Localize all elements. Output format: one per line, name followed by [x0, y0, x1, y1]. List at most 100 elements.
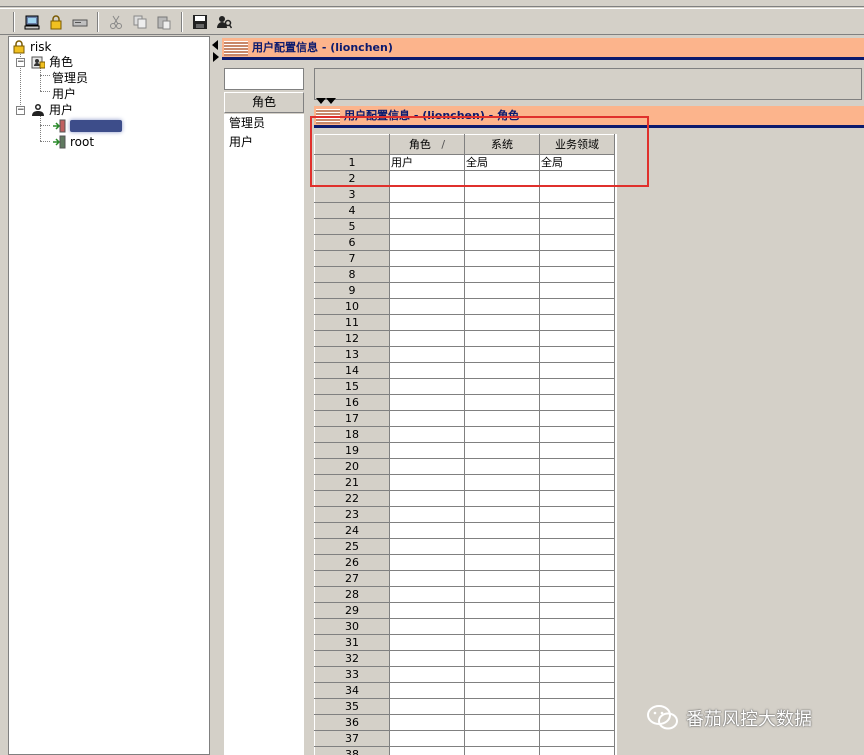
column-header-domain[interactable]: 业务领域 — [539, 134, 615, 155]
row-number[interactable]: 8 — [314, 266, 390, 283]
table-cell[interactable] — [539, 730, 615, 747]
table-row[interactable]: 25 — [314, 538, 615, 555]
table-cell[interactable] — [539, 298, 615, 315]
table-cell[interactable] — [389, 586, 465, 603]
table-cell[interactable] — [464, 170, 540, 187]
table-cell[interactable] — [539, 282, 615, 299]
table-cell[interactable] — [464, 234, 540, 251]
table-cell[interactable] — [464, 602, 540, 619]
table-cell[interactable] — [539, 346, 615, 363]
row-number[interactable]: 10 — [314, 298, 390, 315]
table-cell[interactable] — [464, 714, 540, 731]
row-number[interactable]: 4 — [314, 202, 390, 219]
table-cell[interactable] — [389, 538, 465, 555]
table-cell[interactable] — [539, 586, 615, 603]
table-row[interactable]: 4 — [314, 202, 615, 219]
table-cell[interactable] — [389, 410, 465, 427]
table-cell[interactable] — [539, 186, 615, 203]
table-cell[interactable] — [464, 218, 540, 235]
row-number[interactable]: 37 — [314, 730, 390, 747]
lock-icon[interactable] — [45, 11, 67, 33]
table-cell[interactable] — [389, 554, 465, 571]
grip-icon[interactable] — [224, 41, 248, 56]
table-cell[interactable] — [539, 538, 615, 555]
table-cell[interactable] — [464, 362, 540, 379]
table-cell[interactable] — [539, 410, 615, 427]
table-cell[interactable] — [464, 586, 540, 603]
table-cell[interactable] — [389, 730, 465, 747]
collapse-down-arrow-icon[interactable] — [326, 98, 336, 104]
table-cell[interactable] — [464, 490, 540, 507]
column-header-system[interactable]: 系统 — [464, 134, 540, 155]
table-cell[interactable] — [389, 426, 465, 443]
table-cell[interactable] — [464, 378, 540, 395]
table-cell[interactable] — [464, 618, 540, 635]
table-cell[interactable] — [539, 394, 615, 411]
table-cell[interactable] — [464, 474, 540, 491]
row-number[interactable]: 6 — [314, 234, 390, 251]
row-number[interactable]: 27 — [314, 570, 390, 587]
table-cell[interactable] — [539, 314, 615, 331]
table-cell[interactable] — [389, 602, 465, 619]
table-cell[interactable] — [539, 330, 615, 347]
table-cell[interactable] — [464, 746, 540, 755]
expand-right-arrow-icon[interactable] — [213, 52, 219, 62]
collapse-down-arrow-icon[interactable] — [316, 98, 326, 104]
table-cell[interactable] — [389, 362, 465, 379]
table-cell[interactable] — [464, 522, 540, 539]
row-number[interactable]: 38 — [314, 746, 390, 755]
table-row[interactable]: 8 — [314, 266, 615, 283]
column-header-role[interactable]: 角色 / — [389, 134, 465, 155]
navigation-tree[interactable]: risk − 角色 管理员 用户 − 用户 root — [8, 36, 210, 755]
table-cell[interactable] — [464, 506, 540, 523]
row-number[interactable]: 22 — [314, 490, 390, 507]
table-row[interactable]: 11 — [314, 314, 615, 331]
table-row[interactable]: 38 — [314, 746, 615, 755]
row-number[interactable]: 18 — [314, 426, 390, 443]
table-cell[interactable] — [539, 266, 615, 283]
grip-icon[interactable] — [316, 109, 340, 124]
tree-node-role-user[interactable]: 用户 — [52, 86, 76, 102]
row-number[interactable]: 13 — [314, 346, 390, 363]
table-cell[interactable] — [389, 634, 465, 651]
role-list-item[interactable]: 用户 — [224, 133, 304, 152]
table-cell[interactable] — [539, 746, 615, 755]
row-number[interactable]: 17 — [314, 410, 390, 427]
row-number[interactable]: 24 — [314, 522, 390, 539]
table-cell[interactable] — [539, 650, 615, 667]
table-cell[interactable] — [539, 682, 615, 699]
tree-node-role-admin[interactable]: 管理员 — [52, 70, 88, 86]
role-column-header[interactable]: 角色 — [224, 92, 304, 113]
user-search-icon[interactable] — [213, 11, 235, 33]
table-cell[interactable] — [464, 298, 540, 315]
table-row[interactable]: 29 — [314, 602, 615, 619]
table-row[interactable]: 10 — [314, 298, 615, 315]
row-number[interactable]: 21 — [314, 474, 390, 491]
table-cell[interactable] — [389, 474, 465, 491]
row-number[interactable]: 2 — [314, 170, 390, 187]
tree-node-roles[interactable]: 角色 — [31, 54, 73, 70]
table-row[interactable]: 32 — [314, 650, 615, 667]
table-cell[interactable] — [389, 506, 465, 523]
table-row[interactable]: 2 — [314, 170, 615, 187]
table-cell[interactable] — [539, 602, 615, 619]
row-number[interactable]: 9 — [314, 282, 390, 299]
tree-node-user-root[interactable]: root — [52, 134, 94, 150]
table-cell[interactable] — [464, 538, 540, 555]
cut-icon[interactable] — [105, 11, 127, 33]
pane-splitter[interactable] — [210, 36, 220, 755]
table-cell[interactable] — [539, 570, 615, 587]
table-row[interactable]: 22 — [314, 490, 615, 507]
tree-node-users[interactable]: 用户 — [31, 102, 73, 118]
table-row[interactable]: 18 — [314, 426, 615, 443]
row-number[interactable]: 19 — [314, 442, 390, 459]
computer-icon[interactable] — [21, 11, 43, 33]
table-cell[interactable] — [464, 410, 540, 427]
table-cell[interactable] — [389, 522, 465, 539]
table-row[interactable]: 23 — [314, 506, 615, 523]
table-cell[interactable] — [539, 426, 615, 443]
row-number[interactable]: 30 — [314, 618, 390, 635]
table-cell[interactable] — [389, 698, 465, 715]
table-row[interactable]: 17 — [314, 410, 615, 427]
table-cell[interactable] — [389, 570, 465, 587]
